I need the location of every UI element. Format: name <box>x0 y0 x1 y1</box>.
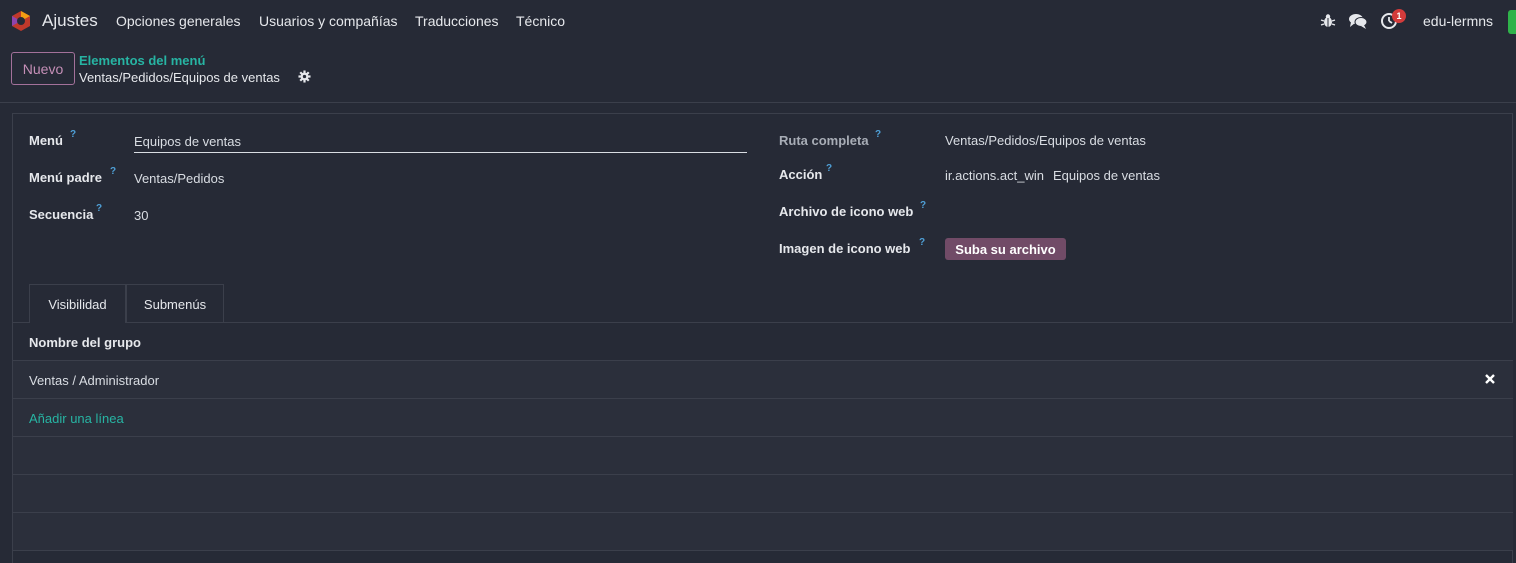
full-path-value: Ventas/Pedidos/Equipos de ventas <box>945 133 1146 148</box>
menu-help-icon[interactable]: ? <box>70 129 76 140</box>
full-path-label: Ruta completa <box>779 133 869 148</box>
empty-row <box>13 513 1513 551</box>
action-label: Acción <box>779 167 823 182</box>
parent-menu-label: Menú padre <box>29 170 102 185</box>
menu-name-input[interactable]: Equipos de ventas <box>134 131 747 153</box>
group-name-cell[interactable]: Ventas / Administrador <box>29 373 159 388</box>
menu-tecnico[interactable]: Técnico <box>516 13 565 29</box>
table-row[interactable]: Ventas / Administrador <box>13 361 1513 399</box>
empty-row <box>13 437 1513 475</box>
web-icon-file-help-icon[interactable]: ? <box>920 200 926 211</box>
web-icon-file-label: Archivo de icono web <box>779 204 914 219</box>
breadcrumb-parent[interactable]: Elementos del menú <box>79 53 205 68</box>
menu-opciones-generales[interactable]: Opciones generales <box>116 13 241 29</box>
full-path-help-icon[interactable]: ? <box>875 129 881 140</box>
sequence-label: Secuencia <box>29 207 94 222</box>
close-icon[interactable] <box>1484 373 1496 385</box>
menu-label: Menú <box>29 133 63 148</box>
form-sheet: Menú ? Equipos de ventas Menú padre ? Ve… <box>12 113 1513 563</box>
web-icon-image-label: Imagen de icono web <box>779 241 911 256</box>
sequence-field[interactable]: 30 <box>134 208 148 223</box>
bug-icon[interactable] <box>1319 12 1337 30</box>
avatar[interactable] <box>1508 10 1516 34</box>
new-button[interactable]: Nuevo <box>11 52 75 85</box>
notebook-tabs: Visibilidad Submenús <box>13 284 1513 324</box>
tab-visibilidad[interactable]: Visibilidad <box>29 284 126 324</box>
activity-badge: 1 <box>1392 9 1406 23</box>
action-model-select[interactable]: ir.actions.act_win <box>945 168 1049 183</box>
action-record-field[interactable]: Equipos de ventas <box>1053 168 1160 183</box>
add-line-link[interactable]: Añadir una línea <box>29 411 124 426</box>
control-panel: Nuevo Elementos del menú Ventas/Pedidos/… <box>0 43 1516 103</box>
tab-submenus[interactable]: Submenús <box>126 284 224 323</box>
menu-usuarios-companias[interactable]: Usuarios y compañías <box>259 13 398 29</box>
empty-row <box>13 475 1513 513</box>
chat-icon[interactable] <box>1348 12 1368 30</box>
action-help-icon[interactable]: ? <box>826 163 832 174</box>
app-name[interactable]: Ajustes <box>42 11 98 31</box>
upload-file-button[interactable]: Suba su archivo <box>945 238 1066 260</box>
groups-table: Nombre del grupo Ventas / Administrador … <box>13 323 1513 551</box>
add-line-row: Añadir una línea <box>13 399 1513 437</box>
web-icon-image-help-icon[interactable]: ? <box>919 237 925 248</box>
menu-traducciones[interactable]: Traducciones <box>415 13 499 29</box>
app-logo-icon[interactable] <box>10 10 32 32</box>
top-navbar: Ajustes Opciones generales Usuarios y co… <box>0 0 1516 43</box>
breadcrumb-current: Ventas/Pedidos/Equipos de ventas <box>79 70 280 85</box>
table-header: Nombre del grupo <box>13 323 1513 361</box>
gear-icon[interactable] <box>298 70 311 83</box>
user-menu[interactable]: edu-lermns <box>1423 13 1493 29</box>
parent-menu-help-icon[interactable]: ? <box>110 166 116 177</box>
column-header-group-name[interactable]: Nombre del grupo <box>29 335 141 350</box>
parent-menu-field[interactable]: Ventas/Pedidos <box>134 171 224 186</box>
sequence-help-icon[interactable]: ? <box>96 203 102 214</box>
